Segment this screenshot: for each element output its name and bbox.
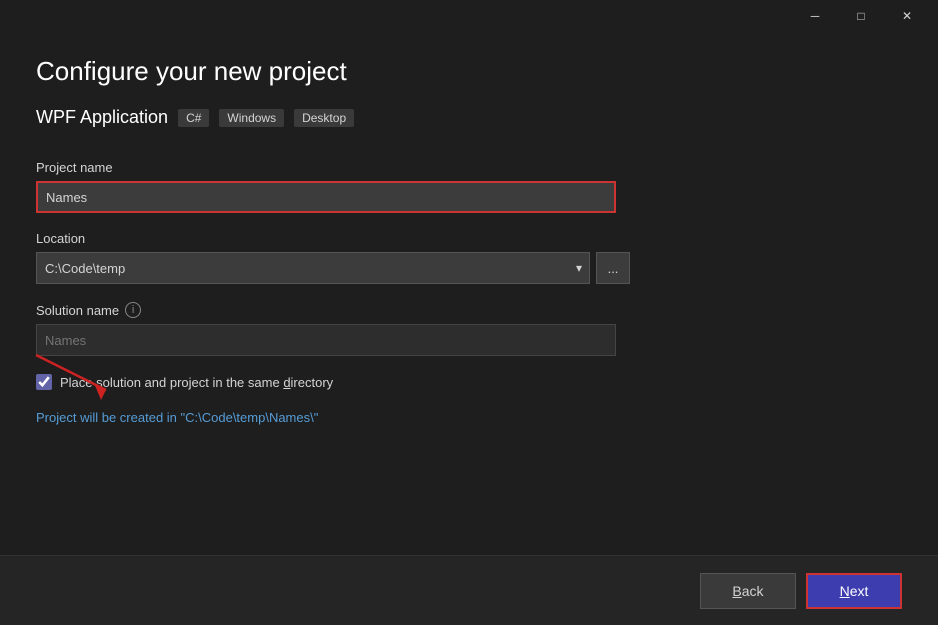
tag-windows: Windows <box>219 109 284 127</box>
same-directory-checkbox[interactable] <box>36 374 52 390</box>
project-name-section: Project name <box>36 160 902 213</box>
tag-desktop: Desktop <box>294 109 354 127</box>
location-label: Location <box>36 231 902 246</box>
solution-name-info-icon[interactable]: i <box>125 302 141 318</box>
checkbox-row: Place solution and project in the same d… <box>36 374 902 390</box>
next-underline: N <box>840 583 850 599</box>
page-title: Configure your new project <box>36 56 902 87</box>
solution-name-section: Solution name i <box>36 302 902 356</box>
footer: Back Next <box>0 555 938 625</box>
project-type-label: WPF Application <box>36 107 168 128</box>
back-label-text: ack <box>742 583 764 599</box>
project-type-row: WPF Application C# Windows Desktop <box>36 107 902 128</box>
next-button[interactable]: Next <box>806 573 902 609</box>
back-underline: B <box>732 583 741 599</box>
solution-name-input[interactable] <box>36 324 616 356</box>
back-button[interactable]: Back <box>700 573 796 609</box>
location-section: Location C:\Code\temp ... <box>36 231 902 284</box>
minimize-button[interactable]: ─ <box>792 0 838 32</box>
solution-name-label-text: Solution name <box>36 303 119 318</box>
maximize-button[interactable]: □ <box>838 0 884 32</box>
close-button[interactable]: ✕ <box>884 0 930 32</box>
project-name-label: Project name <box>36 160 902 175</box>
location-select[interactable]: C:\Code\temp <box>36 252 590 284</box>
creation-path: Project will be created in "C:\Code\temp… <box>36 410 902 425</box>
project-name-input[interactable] <box>36 181 616 213</box>
tag-csharp: C# <box>178 109 209 127</box>
browse-button[interactable]: ... <box>596 252 630 284</box>
next-label-text: ext <box>850 583 869 599</box>
title-bar: ─ □ ✕ <box>0 0 938 32</box>
same-directory-label[interactable]: Place solution and project in the same d… <box>60 375 333 390</box>
